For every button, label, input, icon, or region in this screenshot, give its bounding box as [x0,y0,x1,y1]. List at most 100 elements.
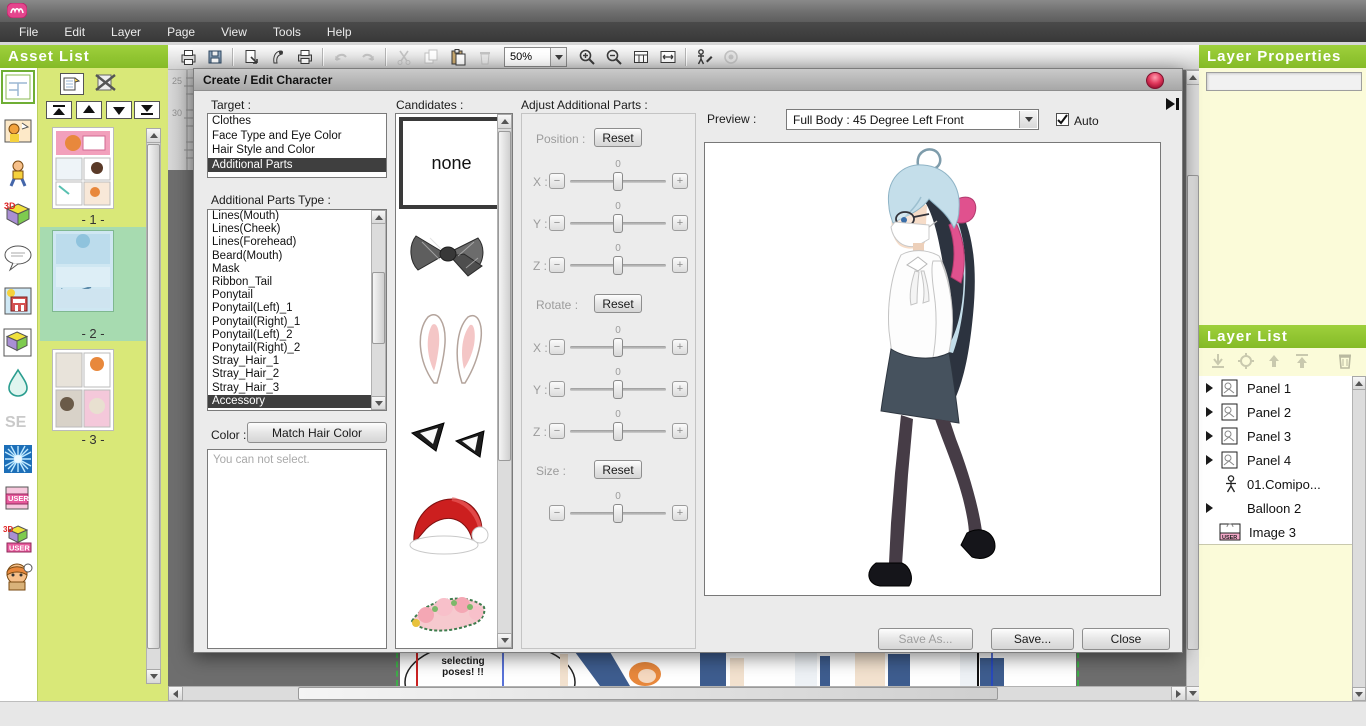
parts-type-option[interactable]: Lines(Mouth) [208,210,371,223]
parts-type-option-selected[interactable]: Accessory [208,395,371,408]
zoom-level-combo[interactable]: 50% [504,47,567,67]
zoom-in-icon[interactable] [573,46,600,68]
page-grid-icon[interactable] [627,46,654,68]
scroll-up-button[interactable] [146,128,161,143]
canvas-horizontal-scrollbar[interactable] [168,686,1186,701]
menu-edit[interactable]: Edit [51,23,98,41]
decrement-button[interactable]: − [549,339,565,355]
target-option[interactable]: Clothes [208,114,386,129]
candidates-scrollbar[interactable] [497,114,512,648]
layer-row-balloon[interactable]: Balloon 2 [1199,496,1352,521]
target-option[interactable]: Hair Style and Color [208,143,386,158]
scroll-up-button[interactable] [371,210,386,224]
preview-view-select[interactable]: Full Body : 45 Degree Left Front [786,109,1039,130]
copy-icon[interactable] [417,46,444,68]
parts-type-option[interactable]: Beard(Mouth) [208,250,371,263]
dialog-title-bar[interactable]: Create / Edit Character [194,69,1182,91]
menu-view[interactable]: View [208,23,260,41]
decrement-button[interactable]: − [549,173,565,189]
move-page-top-button[interactable] [46,101,72,119]
parts-type-option[interactable]: Lines(Cheek) [208,223,371,236]
slider-thumb[interactable] [613,504,623,523]
layer-row-character[interactable]: 01.Comipo... [1199,472,1352,497]
target-option-selected[interactable]: Additional Parts [208,158,386,173]
candidate-bunny-ears[interactable] [399,304,496,390]
scroll-down-button[interactable] [371,396,386,410]
target-option[interactable]: Face Type and Eye Color [208,129,386,144]
dialog-close-icon[interactable] [1146,72,1164,89]
category-page-layout-icon[interactable] [3,72,33,102]
parts-type-scrollbar[interactable] [371,210,386,410]
category-sound-effect-icon[interactable]: SE [3,406,33,436]
increment-button[interactable]: + [672,339,688,355]
save-as-button[interactable]: Save As... [878,628,973,650]
close-dialog-button[interactable]: Close [1082,628,1170,650]
scroll-thumb[interactable] [298,687,998,700]
increment-button[interactable]: + [672,215,688,231]
pose-tool-icon[interactable] [690,46,717,68]
menu-file[interactable]: File [6,23,51,41]
decrement-button[interactable]: − [549,381,565,397]
add-page-button[interactable] [60,73,84,95]
scroll-right-button[interactable] [1171,686,1186,701]
move-page-down-button[interactable] [106,101,132,119]
category-user-3d-icon[interactable]: USER3D [3,524,33,554]
slider-track[interactable] [570,512,666,515]
match-hair-color-button[interactable]: Match Hair Color [247,422,387,443]
move-page-bottom-button[interactable] [134,101,160,119]
page-thumbnail-2[interactable] [53,231,113,311]
size-reset-button[interactable]: Reset [594,460,642,479]
scroll-thumb[interactable] [498,131,511,461]
menu-layer[interactable]: Layer [98,23,154,41]
category-balloon-icon[interactable] [3,243,33,273]
scroll-left-button[interactable] [168,686,183,701]
parts-type-option[interactable]: Ponytail(Left)_1 [208,302,371,315]
category-effect-burst-icon[interactable] [3,444,33,474]
save-button[interactable]: Save... [991,628,1074,650]
candidate-santa-hat[interactable] [399,482,496,568]
increment-button[interactable]: + [672,505,688,521]
delete-icon[interactable] [471,46,498,68]
scroll-down-button[interactable] [497,633,512,648]
increment-button[interactable]: + [672,257,688,273]
parts-type-option[interactable]: Mask [208,263,371,276]
decrement-button[interactable]: − [549,257,565,273]
slider-thumb[interactable] [613,380,623,399]
delete-page-button[interactable] [94,73,118,93]
slider-track[interactable] [570,430,666,433]
scroll-down-button[interactable] [1352,687,1366,701]
candidate-flower-wreath[interactable] [399,574,496,644]
scroll-up-button[interactable] [1352,376,1366,390]
parts-type-option[interactable]: Ponytail(Right)_2 [208,342,371,355]
expander-icon[interactable] [1206,407,1213,417]
category-character-icon[interactable] [3,158,33,188]
group-layers-icon[interactable] [1238,353,1254,369]
parts-type-option[interactable]: Lines(Forehead) [208,236,371,249]
parts-type-option[interactable]: Ponytail [208,289,371,302]
scroll-down-button[interactable] [1186,686,1200,701]
move-layer-up-icon[interactable] [1266,353,1282,369]
move-layer-top-icon[interactable] [1294,353,1310,369]
decrement-button[interactable]: − [549,215,565,231]
scroll-up-button[interactable] [1186,70,1200,85]
parts-type-option[interactable]: Ponytail(Left)_2 [208,329,371,342]
menu-help[interactable]: Help [314,23,365,41]
move-page-up-button[interactable] [76,101,102,119]
paste-icon[interactable] [444,46,471,68]
new-page-icon[interactable] [174,46,201,68]
parts-type-option[interactable]: Stray_Hair_3 [208,382,371,395]
slider-track[interactable] [570,388,666,391]
slider-track[interactable] [570,346,666,349]
layer-row-image[interactable]: USER Image 3 [1199,520,1352,545]
menu-tools[interactable]: Tools [260,23,314,41]
layer-list-scrollbar[interactable] [1352,376,1366,701]
merge-down-icon[interactable] [1210,353,1226,369]
zoom-out-icon[interactable] [600,46,627,68]
category-item-cube-icon[interactable] [3,328,33,358]
expander-icon[interactable] [1206,431,1213,441]
print-icon[interactable] [291,46,318,68]
expander-icon[interactable] [1206,455,1213,465]
export-page-icon[interactable] [264,46,291,68]
expander-icon[interactable] [1206,503,1213,513]
rotate-reset-button[interactable]: Reset [594,294,642,313]
